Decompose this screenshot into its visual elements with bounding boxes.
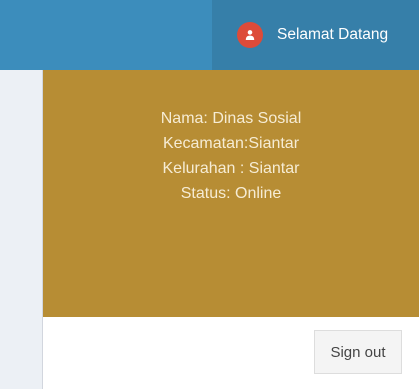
user-kecamatan: Kecamatan:Siantar xyxy=(162,135,300,152)
user-icon xyxy=(237,22,263,48)
user-footer: Sign out xyxy=(43,317,419,389)
user-menu-toggle[interactable]: Selamat Datang xyxy=(212,0,419,70)
user-header: Nama: Dinas Sosial Kecamatan:Siantar Kel… xyxy=(43,70,419,317)
sign-out-button[interactable]: Sign out xyxy=(314,330,402,374)
greeting-text: Selamat Datang xyxy=(277,26,389,43)
sidebar xyxy=(0,70,42,389)
user-kelurahan: Kelurahan : Siantar xyxy=(162,160,300,177)
user-info: Nama: Dinas Sosial Kecamatan:Siantar Kel… xyxy=(43,106,419,206)
top-navbar: Selamat Datang xyxy=(0,0,419,70)
user-status: Status: Online xyxy=(180,185,282,202)
user-dropdown-menu: Nama: Dinas Sosial Kecamatan:Siantar Kel… xyxy=(42,70,419,389)
user-name: Nama: Dinas Sosial xyxy=(160,110,302,127)
